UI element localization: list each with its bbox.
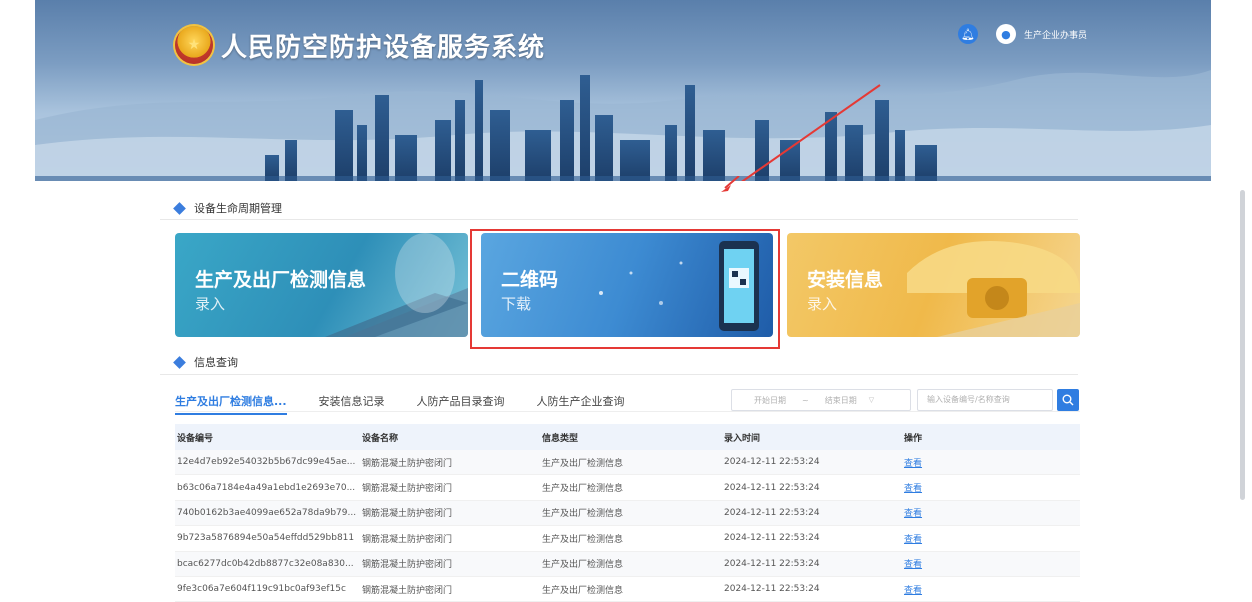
entry-time-cell: 2024-12-11 22:53:24: [724, 558, 820, 569]
info-type-cell: 生产及出厂检测信息: [542, 585, 624, 596]
card-title: 生产及出厂检测信息: [195, 269, 367, 291]
query-section-header: 信息查询: [173, 354, 238, 370]
card-title: 安装信息: [807, 269, 884, 291]
info-type-cell: 生产及出厂检测信息: [542, 509, 624, 520]
table-row: bcac6277dc0b42db8877c32e08a830... 钢筋混凝土防…: [175, 551, 1080, 577]
device-id-cell: 740b0162b3ae4099ae652a78da9b79...: [177, 507, 357, 518]
entry-time-cell: 2024-12-11 22:53:24: [724, 533, 820, 544]
annotation-arrow-head: [721, 176, 740, 192]
search-button[interactable]: [1057, 389, 1079, 411]
entry-time-cell: 2024-12-11 22:53:24: [724, 482, 820, 493]
column-header: 操作: [904, 433, 923, 444]
info-type-cell: 生产及出厂检测信息: [542, 484, 624, 495]
user-name[interactable]: 生产企业办事员: [1024, 28, 1087, 41]
device-name-cell: 钢筋混凝土防护密闭门: [362, 585, 453, 596]
divider: [160, 374, 1078, 375]
divider: [160, 219, 1078, 220]
query-section-title: 信息查询: [194, 356, 238, 369]
entry-time-cell: 2024-12-11 22:53:24: [724, 457, 820, 468]
notification-bell-icon[interactable]: 🔔︎: [957, 24, 978, 44]
info-type-cell: 生产及出厂检测信息: [542, 458, 624, 469]
date-range-separator: ~: [802, 395, 809, 405]
device-id-cell: bcac6277dc0b42db8877c32e08a830...: [177, 558, 354, 569]
device-name-cell: 钢筋混凝土防护密闭门: [362, 509, 453, 520]
table-row: b63c06a7184e4a49a1ebd1e2693e70... 钢筋混凝土防…: [175, 475, 1080, 501]
date-range-picker[interactable]: 开始日期 ~ 结束日期 ▽: [731, 389, 911, 411]
table-body: 12e4d7eb92e54032b5b67dc99e45ae... 钢筋混凝土防…: [175, 450, 1080, 602]
user-avatar-icon[interactable]: ●: [995, 24, 1016, 44]
view-link[interactable]: 查看: [904, 586, 922, 596]
column-header: 信息类型: [542, 433, 579, 444]
entry-time-cell: 2024-12-11 22:53:24: [724, 507, 820, 518]
view-link[interactable]: 查看: [904, 509, 922, 519]
view-link[interactable]: 查看: [904, 484, 922, 494]
column-header: 设备名称: [362, 433, 399, 444]
user-area: 🔔︎ ● 生产企业办事员: [957, 24, 1087, 44]
page-scrollbar[interactable]: [1240, 190, 1245, 500]
search-icon: [1062, 394, 1074, 406]
device-id-cell: 9b723a5876894e50a54effdd529bb811: [177, 533, 355, 544]
device-name-cell: 钢筋混凝土防护密闭门: [362, 458, 453, 469]
chevron-down-icon[interactable]: ▽: [869, 396, 874, 404]
end-date-input[interactable]: 结束日期: [825, 395, 857, 406]
view-link[interactable]: 查看: [904, 560, 922, 570]
column-header: 设备编号: [177, 433, 214, 444]
app-brand: ★ 人民防空防护设备服务系统: [175, 26, 545, 64]
entry-time-cell: 2024-12-11 22:53:24: [724, 584, 820, 595]
annotation-highlight-box: [470, 229, 780, 349]
device-name-cell: 钢筋混凝土防护密闭门: [362, 484, 453, 495]
device-id-cell: 9fe3c06a7e604f119c91bc0af93ef15c: [177, 584, 346, 595]
table-row: 9b723a5876894e50a54effdd529bb811 钢筋混凝土防护…: [175, 526, 1080, 552]
column-header: 录入时间: [724, 433, 761, 444]
card-subtitle: 录入: [195, 295, 226, 313]
lifecycle-section-title: 设备生命周期管理: [194, 202, 282, 215]
info-type-cell: 生产及出厂检测信息: [542, 560, 624, 571]
device-name-cell: 钢筋混凝土防护密闭门: [362, 534, 453, 545]
view-link[interactable]: 查看: [904, 459, 922, 469]
card-subtitle: 录入: [807, 295, 838, 313]
info-type-cell: 生产及出厂检测信息: [542, 534, 624, 545]
device-id-cell: 12e4d7eb92e54032b5b67dc99e45ae...: [177, 457, 356, 468]
lifecycle-section-header: 设备生命周期管理: [173, 200, 282, 216]
header-banner: ★ 人民防空防护设备服务系统 🔔︎ ● 生产企业办事员: [35, 0, 1211, 181]
table-row: 9fe3c06a7e604f119c91bc0af93ef15c 钢筋混凝土防护…: [175, 577, 1080, 602]
device-id-cell: b63c06a7184e4a49a1ebd1e2693e70...: [177, 482, 356, 493]
start-date-input[interactable]: 开始日期: [754, 395, 786, 406]
diamond-icon: [173, 355, 186, 369]
view-link[interactable]: 查看: [904, 535, 922, 545]
tabs-divider: [175, 411, 1080, 412]
results-table: 设备编号 设备名称 信息类型 录入时间 操作 12e4d7eb92e54032b…: [175, 424, 1080, 602]
national-emblem-icon: ★: [175, 26, 213, 64]
search-input[interactable]: 输入设备编号/名称查询: [917, 389, 1053, 411]
table-row: 740b0162b3ae4099ae652a78da9b79... 钢筋混凝土防…: [175, 500, 1080, 527]
installation-info-entry-card[interactable]: 安装信息 录入: [787, 233, 1080, 337]
diamond-icon: [173, 201, 186, 215]
production-info-entry-card[interactable]: 生产及出厂检测信息 录入: [175, 233, 468, 337]
table-header: 设备编号 设备名称 信息类型 录入时间 操作: [175, 424, 1080, 450]
table-row: 12e4d7eb92e54032b5b67dc99e45ae... 钢筋混凝土防…: [175, 450, 1080, 476]
device-name-cell: 钢筋混凝土防护密闭门: [362, 560, 453, 571]
app-title: 人民防空防护设备服务系统: [221, 32, 546, 63]
